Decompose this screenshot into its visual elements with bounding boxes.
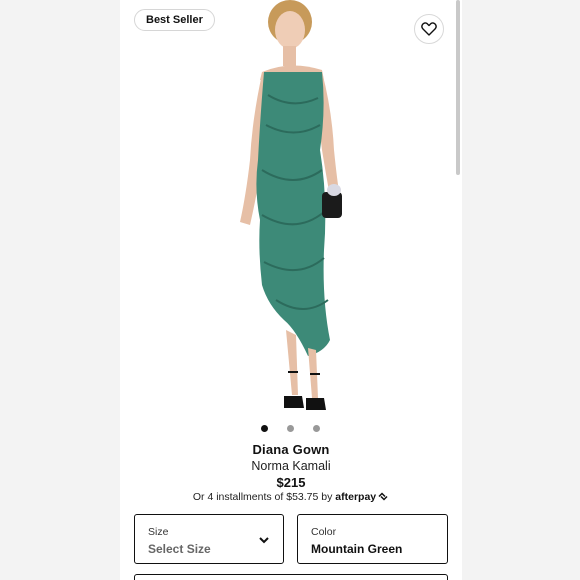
chevron-down-icon [259, 537, 269, 544]
color-value: Mountain Green [311, 542, 403, 556]
gallery-dot-1[interactable] [261, 425, 268, 432]
gallery-dot-2[interactable] [287, 425, 294, 432]
heart-outline-icon [421, 22, 437, 36]
installments-info: Or 4 installments of $53.75 by afterpay [120, 491, 462, 503]
size-label: Size [148, 526, 169, 538]
product-name: Diana Gown [252, 442, 330, 457]
gallery-dot-3[interactable] [313, 425, 320, 432]
product-brand[interactable]: Norma Kamali [120, 459, 462, 473]
color-label: Color [311, 526, 337, 538]
product-image[interactable] [200, 0, 390, 420]
product-panel: Best Seller Diana Gown Norma Kamali $215… [120, 0, 462, 580]
installments-text: Or 4 installments of $53.75 by [192, 491, 333, 503]
right-background [462, 0, 580, 580]
afterpay-arrows-icon [378, 492, 388, 501]
model-illustration [240, 0, 342, 410]
afterpay-logo[interactable]: afterpay [335, 491, 376, 503]
size-value: Select Size [148, 542, 211, 556]
best-seller-badge: Best Seller [134, 9, 215, 31]
gallery-dots [120, 425, 462, 435]
size-select[interactable]: Size Select Size [134, 514, 284, 564]
best-seller-label: Best Seller [146, 14, 203, 26]
left-background [0, 0, 120, 580]
favorite-button[interactable] [414, 14, 444, 44]
add-to-bag-button[interactable] [134, 574, 448, 580]
color-select[interactable]: Color Mountain Green [297, 514, 448, 564]
scrollbar[interactable] [456, 0, 460, 175]
product-price: $215 [276, 475, 306, 490]
